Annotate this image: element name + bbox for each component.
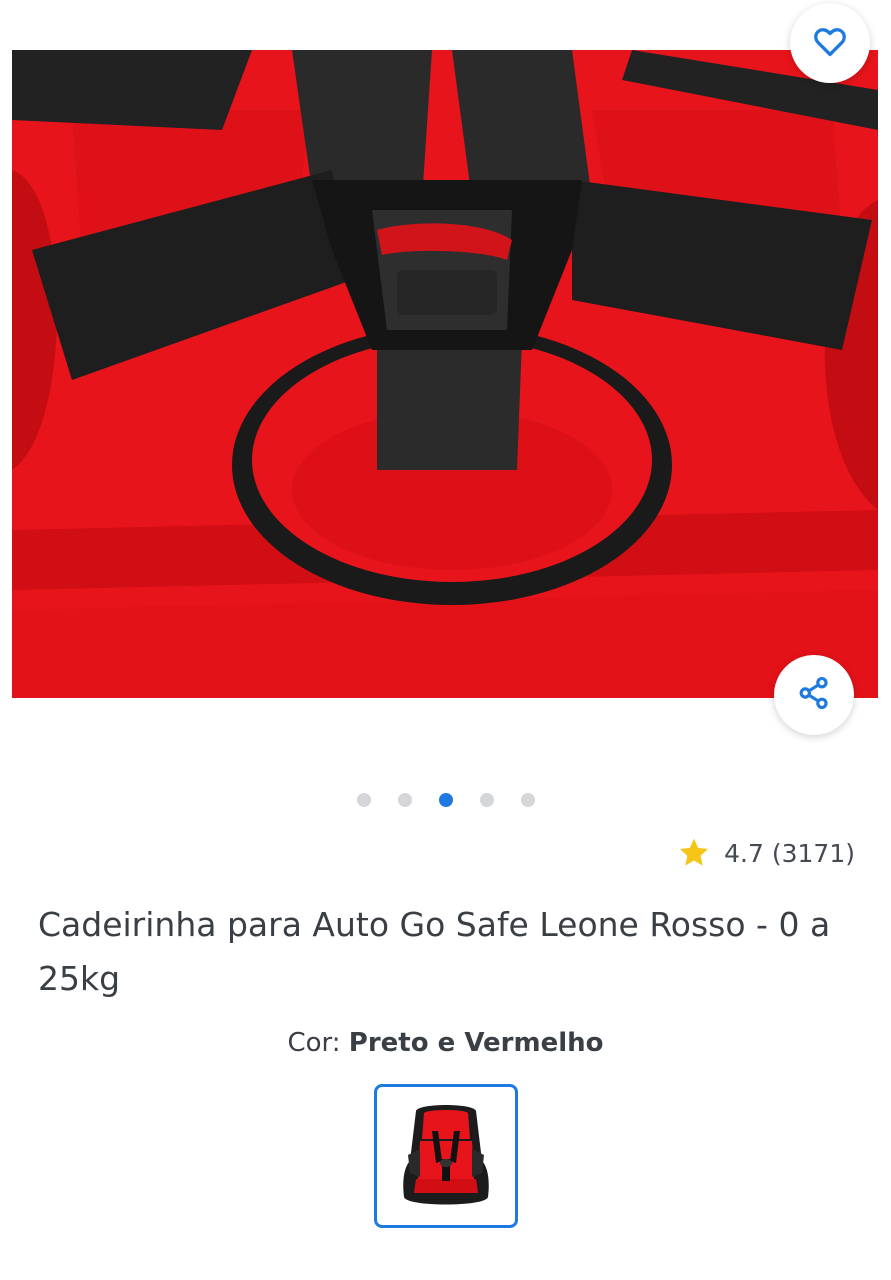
favorite-button[interactable] [790, 3, 870, 83]
product-image[interactable] [12, 50, 878, 698]
product-rating[interactable]: 4.7 (3171) [676, 835, 855, 871]
carousel-dot[interactable] [397, 793, 412, 807]
share-icon [795, 674, 833, 716]
color-selector-label: Cor: Preto e Vermelho [0, 1028, 891, 1058]
star-icon [676, 835, 712, 871]
car-seat-thumbnail [403, 1105, 489, 1205]
product-title: Cadeirinha para Auto Go Safe Leone Rosso… [38, 905, 831, 998]
rating-value: 4.7 [724, 838, 764, 868]
rating-count: (3171) [771, 838, 855, 868]
carousel-dot[interactable] [520, 793, 535, 807]
color-value: Preto e Vermelho [348, 1028, 604, 1058]
carousel-dots [0, 793, 891, 807]
heart-icon [811, 22, 849, 64]
color-label: Cor: [287, 1028, 341, 1058]
carousel-dot[interactable] [479, 793, 494, 807]
car-seat-photo [12, 50, 878, 698]
share-button[interactable] [774, 655, 854, 735]
color-swatch-selected[interactable] [374, 1084, 518, 1228]
carousel-dot-active[interactable] [438, 793, 453, 807]
carousel-dot[interactable] [356, 793, 371, 807]
product-page: 4.7 (3171) Cadeirinha para Auto Go Safe … [0, 0, 891, 1280]
